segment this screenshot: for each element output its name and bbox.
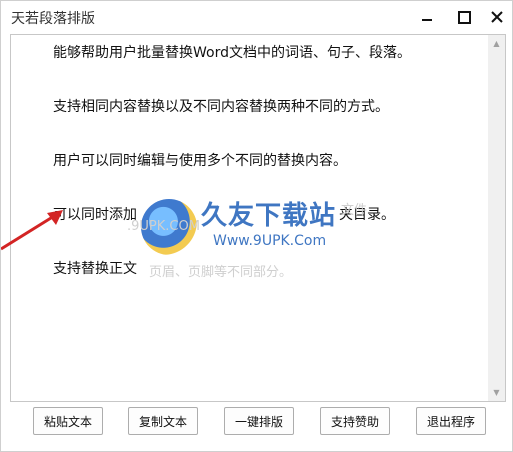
app-window: 天若段落排版 能够帮助用户批量替换Word文档中的词语、句子、段落。 支持相同内… xyxy=(0,0,513,452)
title-bar[interactable]: 天若段落排版 xyxy=(1,1,512,33)
red-arrow-icon xyxy=(1,210,63,251)
copy-text-button[interactable]: 复制文本 xyxy=(128,407,198,435)
donate-button[interactable]: 支持赞助 xyxy=(320,407,390,435)
text-content[interactable]: 能够帮助用户批量替换Word文档中的词语、句子、段落。 支持相同内容替换以及不同… xyxy=(11,35,489,401)
one-click-format-button[interactable]: 一键排版 xyxy=(224,407,294,435)
maximize-button[interactable] xyxy=(447,1,481,33)
scroll-down-icon[interactable]: ▼ xyxy=(488,384,505,401)
maximize-icon xyxy=(457,10,471,24)
button-bar: 粘贴文本 复制文本 一键排版 支持赞助 退出程序 xyxy=(1,407,513,439)
exit-button[interactable]: 退出程序 xyxy=(416,407,486,435)
text-editor[interactable]: 能够帮助用户批量替换Word文档中的词语、句子、段落。 支持相同内容替换以及不同… xyxy=(10,34,506,402)
text-line-4-end: 夹目录。 xyxy=(339,207,395,223)
text-line-4: 可以同时添加 夹目录。 xyxy=(53,205,489,225)
text-line-1: 能够帮助用户批量替换Word文档中的词语、句子、段落。 xyxy=(53,45,411,61)
close-icon xyxy=(491,11,503,23)
window-title: 天若段落排版 xyxy=(11,11,95,27)
scroll-up-icon[interactable]: ▲ xyxy=(488,35,505,52)
paste-text-button[interactable]: 粘贴文本 xyxy=(33,407,103,435)
vertical-scrollbar[interactable]: ▲ ▼ xyxy=(488,35,505,401)
text-line-2: 支持相同内容替换以及不同内容替换两种不同的方式。 xyxy=(53,99,389,115)
minimize-button[interactable] xyxy=(410,1,444,33)
text-line-3: 用户可以同时编辑与使用多个不同的替换内容。 xyxy=(53,153,347,169)
close-button[interactable] xyxy=(480,1,513,33)
text-line-5: 支持替换正文 xyxy=(53,261,137,277)
minimize-icon xyxy=(422,19,432,21)
